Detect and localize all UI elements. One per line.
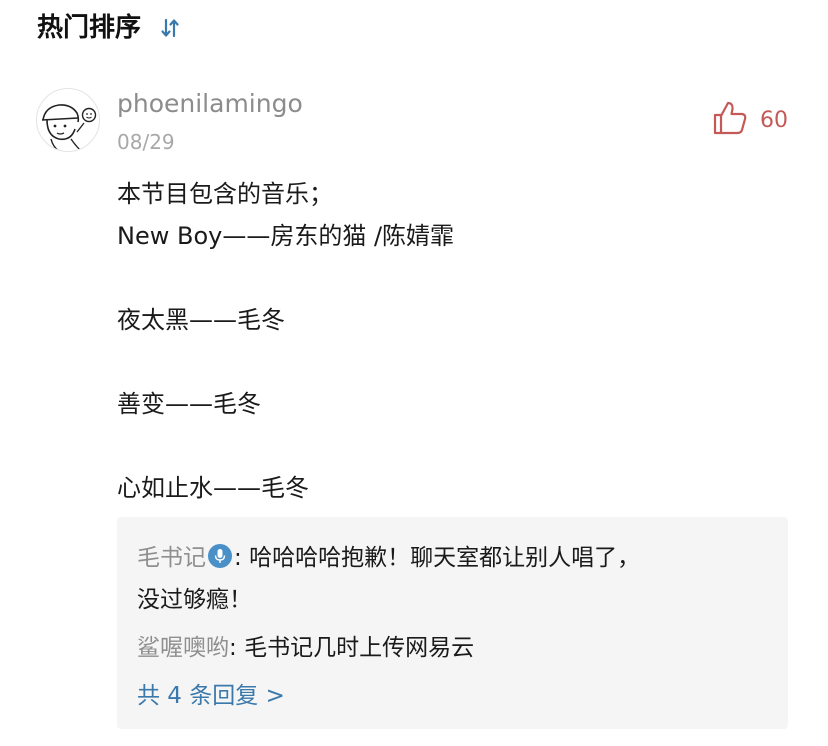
comment-date: 08/29: [117, 130, 175, 154]
reply-text-continued: 没过够瘾！: [137, 587, 252, 613]
reply-separator: :: [229, 635, 245, 661]
like-count: 60: [760, 107, 788, 133]
reply-author[interactable]: 鲨喔噢哟: [137, 635, 229, 661]
reply-item[interactable]: 毛书记: 哈哈哈哈抱歉！聊天室都让别人唱了， 没过够瘾！: [137, 537, 762, 621]
microphone-badge-icon: [208, 544, 232, 568]
reply-text: 哈哈哈哈抱歉！聊天室都让别人唱了，: [249, 545, 641, 571]
comment-line: 心如止水——毛冬: [117, 474, 309, 502]
reply-item[interactable]: 鲨喔噢哟: 毛书记几时上传网易云: [137, 627, 762, 669]
sort-arrows-icon[interactable]: [158, 16, 182, 40]
view-all-replies-link[interactable]: 共 4 条回复 >: [137, 675, 285, 717]
comment-line: 本节目包含的音乐；: [117, 180, 333, 208]
cartoon-avatar-icon[interactable]: [36, 88, 100, 152]
comment-body: 本节目包含的音乐； New Boy——房东的猫 /陈婧霏 夜太黑——毛冬 善变—…: [117, 173, 454, 509]
comment-line: New Boy——房东的猫 /陈婧霏: [117, 222, 455, 250]
like-button[interactable]: 60: [712, 100, 788, 140]
comment-line: [117, 341, 454, 383]
reply-text: 毛书记几时上传网易云: [244, 635, 475, 661]
comment-username[interactable]: phoenilamingo: [117, 86, 303, 122]
comment-line: [117, 425, 454, 467]
comment-line: [117, 257, 454, 299]
replies-panel[interactable]: 毛书记: 哈哈哈哈抱歉！聊天室都让别人唱了， 没过够瘾！ 鲨喔噢哟: 毛书记几时…: [117, 517, 788, 729]
reply-author[interactable]: 毛书记: [137, 545, 206, 571]
thumbs-up-icon: [712, 100, 748, 140]
comment-line: 夜太黑——毛冬: [117, 306, 285, 334]
section-title: 热门排序: [37, 13, 142, 43]
comment-line: 善变——毛冬: [117, 390, 261, 418]
reply-separator: :: [234, 545, 250, 571]
